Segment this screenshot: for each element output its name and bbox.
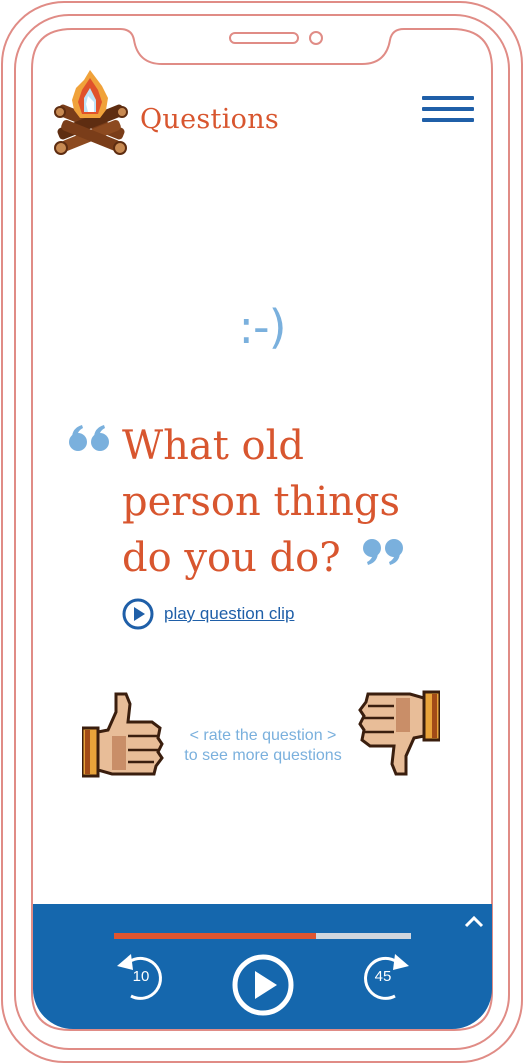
- campfire-icon: [54, 70, 128, 155]
- rate-hint-line1: < rate the question >: [189, 727, 337, 744]
- forward-seconds: 45: [374, 968, 392, 985]
- play-icon[interactable]: [232, 954, 294, 1016]
- progress-fill: [114, 933, 316, 939]
- page-title: Questions: [140, 104, 280, 135]
- play-question-clip-link[interactable]: play question clip: [122, 597, 294, 631]
- chevron-up-icon[interactable]: [463, 914, 485, 930]
- emoticon: :-): [238, 300, 286, 354]
- thumbs-down-icon[interactable]: [356, 690, 440, 778]
- play-clip-label: play question clip: [164, 604, 295, 623]
- rewind-button[interactable]: 10: [111, 950, 169, 1004]
- rate-hint-line2: to see more questions: [184, 747, 342, 764]
- open-quote-icon: [69, 425, 109, 451]
- close-quote-icon: [363, 539, 403, 565]
- progress-bar[interactable]: [114, 933, 411, 939]
- play-circle-icon: [122, 598, 154, 630]
- hamburger-menu-icon[interactable]: [422, 96, 474, 124]
- forward-button[interactable]: 45: [357, 950, 415, 1004]
- audio-player: 10 45: [33, 904, 492, 1029]
- rate-hint: < rate the question > to see more questi…: [150, 726, 376, 766]
- rewind-seconds: 10: [132, 968, 150, 985]
